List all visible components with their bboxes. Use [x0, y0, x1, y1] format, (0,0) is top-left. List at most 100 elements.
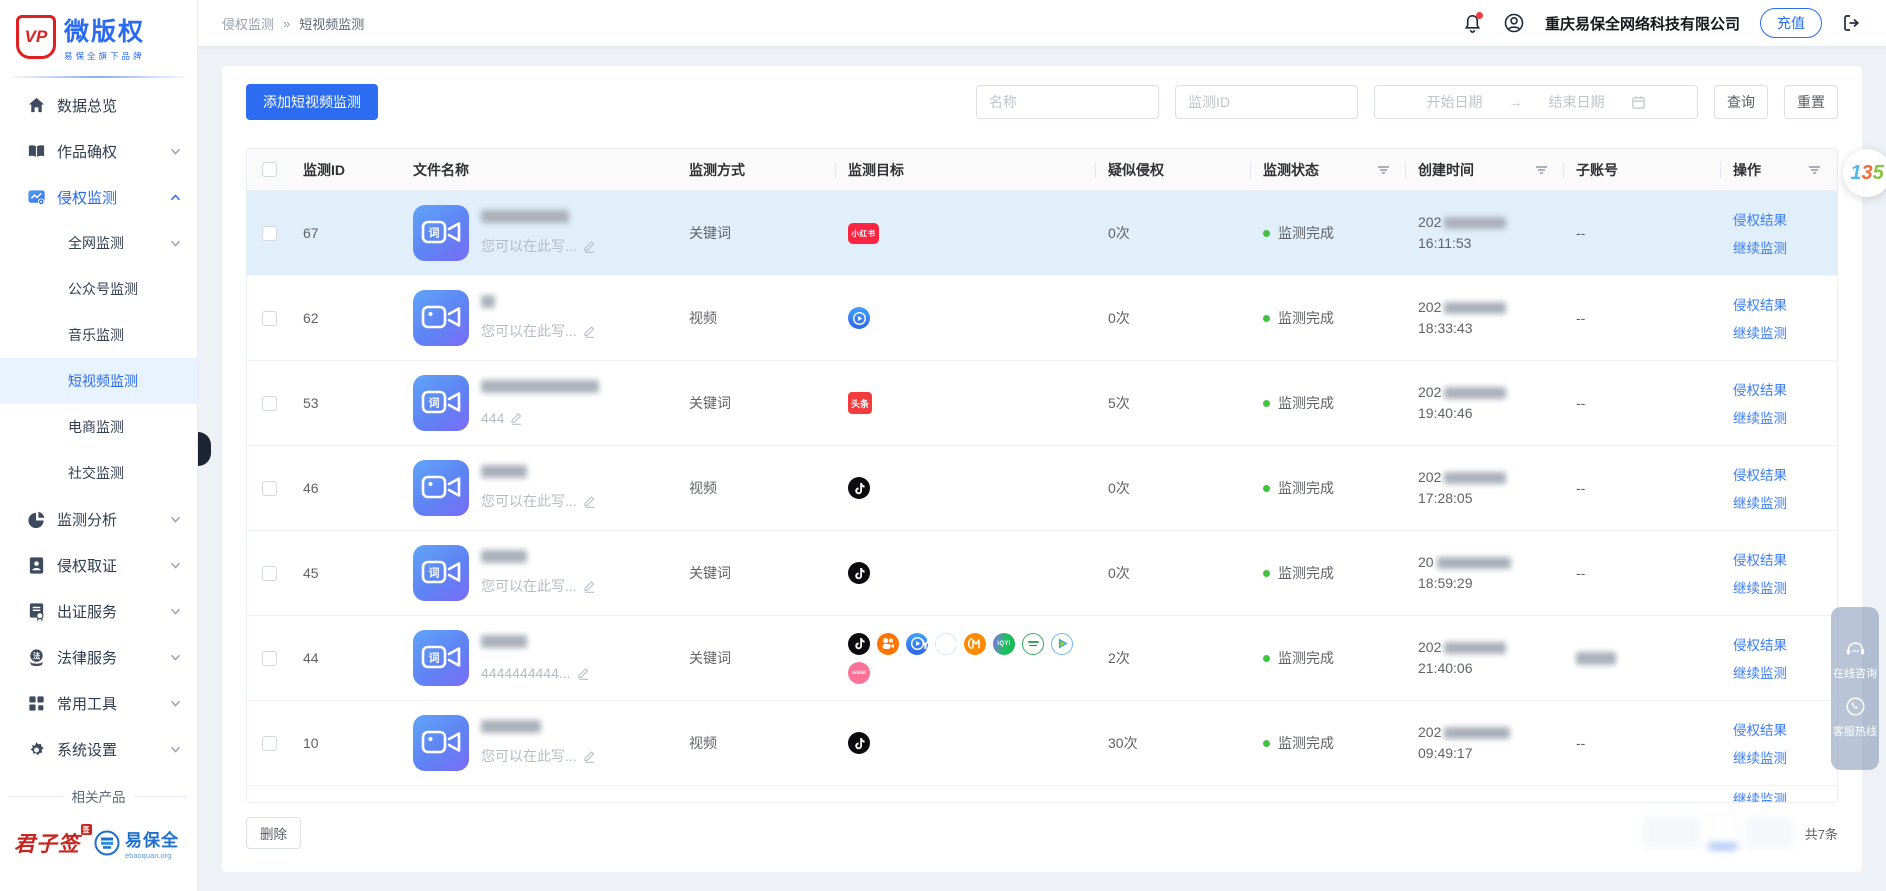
sidebar-item-侵权监测[interactable]: 侵权监测 [0, 174, 197, 220]
action-link-继续监测[interactable]: 继续监测 [1733, 577, 1787, 597]
edit-pencil-icon[interactable] [583, 494, 596, 508]
row-checkbox[interactable] [262, 226, 277, 241]
action-link-继续监测[interactable]: 继续监测 [1733, 492, 1787, 512]
sidebar-subitem-全网监测[interactable]: 全网监测 [0, 220, 197, 266]
home-icon [26, 95, 46, 115]
monitor-method-cell: 视频 [677, 276, 836, 360]
notification-bell-icon[interactable] [1462, 13, 1483, 34]
edit-pencil-icon[interactable] [583, 324, 596, 338]
junziqian-logo[interactable]: 君子签 签 [14, 828, 80, 858]
filter-icon[interactable] [1808, 164, 1821, 176]
sidebar-item-出证服务[interactable]: 出证服务 [0, 588, 197, 634]
row-checkbox[interactable] [262, 651, 277, 666]
delete-button[interactable]: 删除 [246, 817, 301, 849]
sidebar-subitem-音乐监测[interactable]: 音乐监测 [0, 312, 197, 358]
sidebar-item-监测分析[interactable]: 监测分析 [0, 496, 197, 542]
reset-button[interactable]: 重置 [1784, 85, 1838, 119]
sidebar-item-侵权取证[interactable]: 侵权取证 [0, 542, 197, 588]
service-hotline-button[interactable]: 客服热线 [1833, 691, 1877, 743]
column-header-label: 子账号 [1576, 160, 1618, 180]
action-link-继续监测[interactable]: 继续监测 [1733, 788, 1787, 803]
file-subtitle[interactable]: 444 [481, 410, 599, 426]
suike-platform-icon [1051, 633, 1073, 655]
recharge-button[interactable]: 充值 [1760, 8, 1822, 38]
sidebar-item-数据总览[interactable]: 数据总览 [0, 82, 197, 128]
sidebar-subitem-公众号监测[interactable]: 公众号监测 [0, 266, 197, 312]
redacted-file-title [481, 720, 541, 733]
action-link-继续监测[interactable]: 继续监测 [1733, 407, 1787, 427]
column-header-疑似侵权: 疑似侵权 [1096, 149, 1251, 190]
avatar-icon[interactable] [1503, 12, 1525, 34]
column-header-label: 创建时间 [1418, 160, 1474, 180]
file-subtitle[interactable]: 4444444444... [481, 665, 590, 681]
row-checkbox[interactable] [262, 736, 277, 751]
youku-platform-icon: YOUKUYOUKU [935, 633, 957, 655]
action-link-侵权结果[interactable]: 侵权结果 [1733, 379, 1787, 399]
file-name-cell: 词4444444444... [401, 616, 677, 700]
name-filter-input[interactable] [976, 85, 1159, 119]
breadcrumb-parent[interactable]: 侵权监测 [222, 14, 274, 33]
edit-pencil-icon[interactable] [510, 411, 523, 425]
table-row: 62您可以在此写...视频0次监测完成20218:33:43--侵权结果继续监测 [247, 276, 1837, 361]
action-link-侵权结果[interactable]: 侵权结果 [1733, 294, 1787, 314]
sidebar: VP 微版权 易保全旗下品牌 数据总览作品确权侵权监测全网监测公众号监测音乐监测… [0, 0, 198, 891]
suspected-count-cell: 30次 [1096, 701, 1251, 785]
file-subtitle[interactable]: 您可以在此写... [481, 236, 596, 256]
created-clock: 09:49:17 [1418, 743, 1473, 764]
action-link-侵权结果[interactable]: 侵权结果 [1733, 464, 1787, 484]
row-checkbox-cell [247, 531, 291, 615]
add-monitor-button[interactable]: 添加短视频监测 [246, 84, 378, 120]
row-checkbox[interactable] [262, 396, 277, 411]
row-checkbox[interactable] [262, 481, 277, 496]
action-link-继续监测[interactable]: 继续监测 [1733, 322, 1787, 342]
edit-pencil-icon[interactable] [583, 579, 596, 593]
monitor-id-cell: 67 [291, 191, 401, 275]
ebaoquan-logo[interactable]: 易保全 ebaoquan.org [94, 826, 179, 860]
sidebar-subitem-电商监测[interactable]: 电商监测 [0, 404, 197, 450]
monitor-target-cell [836, 531, 1096, 615]
filter-icon[interactable] [1535, 164, 1548, 176]
chevron-down-icon [170, 652, 181, 663]
row-checkbox[interactable] [262, 566, 277, 581]
file-subtitle[interactable]: 您可以在此写... [481, 746, 596, 766]
douyin-platform-icon [848, 633, 870, 655]
sidebar-item-label: 数据总览 [57, 95, 117, 116]
date-range-picker[interactable]: 开始日期 → 结束日期 [1374, 85, 1698, 119]
sidebar-item-法律服务[interactable]: 法法律服务 [0, 634, 197, 680]
row-checkbox[interactable] [262, 311, 277, 326]
filter-icon[interactable] [1377, 164, 1390, 176]
action-link-继续监测[interactable]: 继续监测 [1733, 662, 1787, 682]
brand-title: 微版权 [64, 12, 145, 48]
monitor-status-cell: 监测完成 [1251, 191, 1406, 275]
file-subtitle[interactable]: 您可以在此写... [481, 321, 596, 341]
action-link-侵权结果[interactable]: 侵权结果 [1733, 634, 1787, 654]
action-link-继续监测[interactable]: 继续监测 [1733, 237, 1787, 257]
editor-135-badge[interactable]: 135 [1843, 149, 1886, 197]
action-link-侵权结果[interactable]: 侵权结果 [1733, 719, 1787, 739]
sidebar-item-系统设置[interactable]: 系统设置 [0, 726, 197, 772]
sidebar-item-常用工具[interactable]: 常用工具 [0, 680, 197, 726]
sidebar-subitem-社交监测[interactable]: 社交监测 [0, 450, 197, 496]
sidebar-subitem-短视频监测[interactable]: 短视频监测 [0, 358, 197, 404]
monitor-status-cell: 监测完成 [1251, 361, 1406, 445]
monitor-id-filter-input[interactable] [1175, 85, 1358, 119]
action-link-侵权结果[interactable]: 侵权结果 [1733, 549, 1787, 569]
monitor-target-cell: 小红书 [836, 191, 1096, 275]
video-thumbnail-icon [413, 460, 469, 516]
action-cell: 侵权结果继续监测 [1721, 446, 1837, 530]
file-subtitle[interactable]: 您可以在此写... [481, 491, 596, 511]
logout-icon[interactable] [1842, 13, 1862, 33]
action-link-侵权结果[interactable]: 侵权结果 [1733, 209, 1787, 229]
online-consult-button[interactable]: 在线咨询 [1833, 634, 1877, 685]
subaccount-cell: -- [1564, 191, 1721, 275]
sidebar-item-label: 短视频监测 [68, 371, 138, 391]
pagination-redacted[interactable] [1645, 818, 1793, 848]
edit-pencil-icon[interactable] [583, 239, 596, 253]
sidebar-item-作品确权[interactable]: 作品确权 [0, 128, 197, 174]
edit-pencil-icon[interactable] [577, 666, 590, 680]
action-link-继续监测[interactable]: 继续监测 [1733, 747, 1787, 767]
query-button[interactable]: 查询 [1714, 85, 1768, 119]
edit-pencil-icon[interactable] [583, 749, 596, 763]
file-subtitle[interactable]: 您可以在此写... [481, 576, 596, 596]
select-all-checkbox[interactable] [262, 162, 277, 177]
